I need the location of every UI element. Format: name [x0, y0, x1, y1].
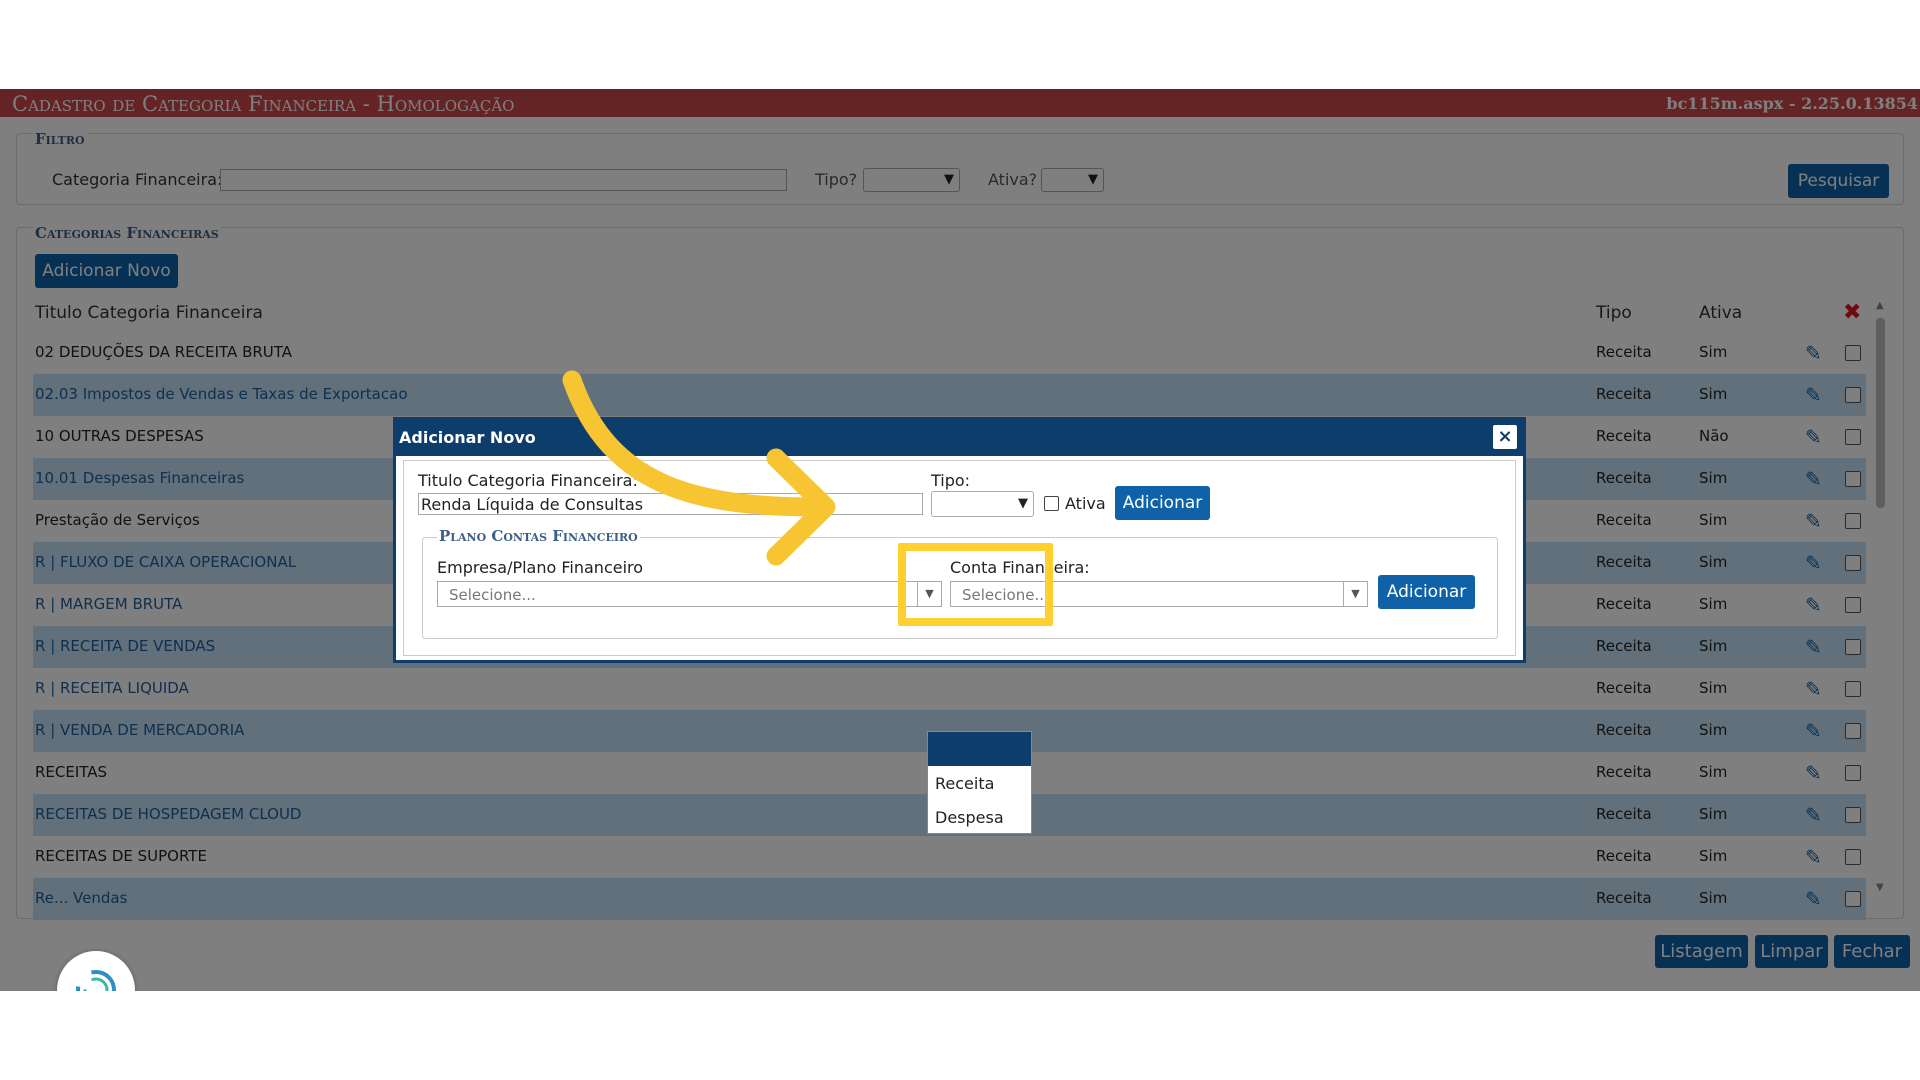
add-new-dialog: Adicionar Novo × Titulo Categoria Financ…: [393, 417, 1526, 663]
dialog-title: Adicionar Novo: [399, 428, 536, 447]
tipo-option-receita[interactable]: Receita: [928, 766, 1031, 800]
dialog-header: Adicionar Novo ×: [396, 420, 1523, 456]
empresa-select[interactable]: Selecione... ▼: [437, 581, 942, 607]
tipo-label: Tipo:: [931, 471, 971, 490]
tipo-select[interactable]: ▼: [931, 491, 1034, 517]
tipo-highlight-box: [898, 543, 1053, 626]
tipo-option-empty[interactable]: [928, 732, 1031, 766]
chat-logo-icon: [76, 970, 116, 991]
empresa-label: Empresa/Plano Financeiro: [437, 558, 644, 577]
app-window: Cadastro de Categoria Financeira - Homol…: [0, 89, 1920, 991]
add-category-button[interactable]: Adicionar: [1115, 486, 1210, 520]
ativa-label: Ativa: [1065, 494, 1106, 513]
chevron-down-icon: ▼: [1343, 582, 1367, 606]
empresa-placeholder: Selecione...: [449, 586, 536, 604]
tipo-dropdown-list: Receita Despesa: [927, 731, 1032, 834]
chat-widget[interactable]: 3: [57, 951, 135, 991]
close-icon[interactable]: ×: [1493, 425, 1517, 449]
titulo-label: Titulo Categoria Financeira:: [418, 471, 638, 490]
titulo-input[interactable]: [418, 493, 923, 515]
tipo-option-despesa[interactable]: Despesa: [928, 800, 1031, 834]
plano-contas-legend: Plano Contas Financeiro: [437, 527, 640, 545]
add-plano-button[interactable]: Adicionar: [1378, 575, 1475, 609]
ativa-checkbox[interactable]: [1044, 496, 1059, 511]
chevron-down-icon: ▼: [1018, 496, 1028, 511]
